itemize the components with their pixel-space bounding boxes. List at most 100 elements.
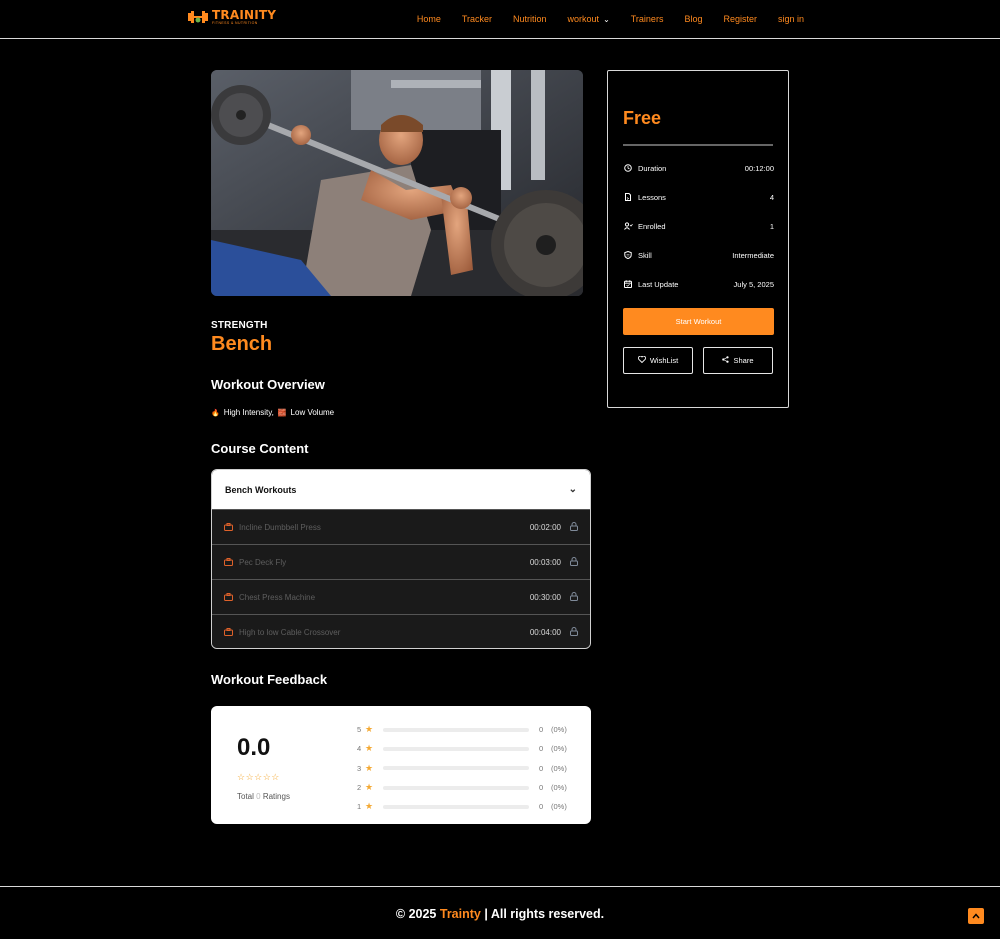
meta-label: Duration: [638, 163, 667, 173]
rating-row: 2 ★ 0 (0%): [357, 778, 577, 797]
footer-brand-link[interactable]: Trainty: [440, 907, 481, 921]
rating-row: 1 ★ 0 (0%): [357, 797, 577, 816]
overview-tags: 🔥 High Intensity, 🧱 Low Volume: [211, 408, 334, 417]
scroll-to-top-button[interactable]: [968, 908, 984, 924]
meta-lessons: Lessons 4: [623, 192, 774, 202]
meta-value: July 5, 2025: [733, 279, 774, 289]
workout-title: Bench: [211, 333, 273, 355]
file-icon: [623, 192, 633, 202]
lesson-duration: 00:02:00: [529, 522, 561, 532]
nav-trainers[interactable]: Trainers: [631, 14, 664, 24]
logo-tagline: FITNESS & NUTRITION: [212, 21, 258, 25]
rating-count: 0: [539, 725, 544, 735]
site-footer: © 2025 Trainty | All rights reserved.: [0, 886, 1000, 939]
lesson-row[interactable]: Pec Deck Fly 00:03:00: [212, 544, 590, 579]
rating-percent: (0%): [551, 783, 567, 793]
nav-home[interactable]: Home: [417, 14, 441, 24]
total-prefix: Total: [237, 792, 254, 801]
start-workout-button[interactable]: Start Workout: [623, 308, 774, 335]
rating-row: 5 ★ 0 (0%): [357, 720, 577, 739]
lesson-duration: 00:03:00: [529, 557, 561, 567]
lesson-row[interactable]: High to low Cable Crossover 00:04:00: [212, 614, 590, 648]
tag-high-intensity: High Intensity,: [223, 408, 274, 417]
rating-count: 0: [539, 744, 544, 754]
users-icon: [623, 221, 633, 231]
meta-value: 4: [769, 192, 774, 202]
meta-enrolled: Enrolled 1: [623, 221, 774, 231]
star-icon: ★: [365, 762, 374, 773]
star-icon: ★: [365, 743, 374, 754]
rating-count: 0: [539, 802, 544, 812]
chevron-down-icon: ⌄: [603, 14, 610, 24]
lesson-duration: 00:30:00: [529, 592, 561, 602]
star-icon: ★: [365, 801, 374, 812]
copyright-suffix: | All rights reserved.: [484, 907, 605, 921]
briefcase-icon: [224, 593, 234, 602]
rating-bar: [383, 727, 529, 732]
nav-blog[interactable]: Blog: [684, 14, 702, 24]
wishlist-button[interactable]: WishList: [623, 347, 693, 374]
meta-label: Lessons: [638, 192, 666, 202]
feedback-card: 0.0 ☆☆☆☆☆ Total 0 Ratings 5 ★ 0 (0%) 4 ★…: [211, 706, 591, 824]
nav-nutrition[interactable]: Nutrition: [513, 14, 547, 24]
rating-percent: (0%): [551, 744, 567, 754]
nav-tracker[interactable]: Tracker: [462, 14, 492, 24]
workout-category: STRENGTH: [211, 320, 268, 331]
share-button[interactable]: Share: [703, 347, 773, 374]
rating-row: 4 ★ 0 (0%): [357, 739, 577, 758]
lock-icon: [570, 521, 578, 533]
clock-icon: [623, 163, 633, 173]
rating-bar: [383, 785, 529, 790]
rating-star-level: 3: [357, 763, 362, 773]
briefcase-icon: [224, 523, 234, 532]
meta-skill: Skill Intermediate: [623, 250, 774, 260]
shield-icon: [623, 250, 633, 260]
nav-sign-in[interactable]: sign in: [778, 14, 804, 24]
section-title: Bench Workouts: [225, 484, 297, 495]
rating-star-level: 4: [357, 744, 362, 754]
rating-percent: (0%): [551, 725, 567, 735]
meta-label: Skill: [638, 250, 652, 260]
chevron-up-icon: [972, 913, 980, 919]
workout-hero-image: [211, 70, 583, 296]
calendar-icon: [623, 279, 633, 289]
lesson-row[interactable]: Incline Dumbbell Press 00:02:00: [212, 509, 590, 544]
rating-count: 0: [539, 763, 544, 773]
accordion-header[interactable]: Bench Workouts ⌄: [212, 470, 590, 509]
brick-icon: 🧱: [277, 409, 287, 417]
lesson-name: Chest Press Machine: [239, 592, 316, 602]
rating-percent: (0%): [551, 802, 567, 812]
rating-stars: ☆☆☆☆☆: [237, 772, 280, 782]
briefcase-icon: [224, 558, 234, 567]
total-suffix: Ratings: [262, 792, 290, 801]
share-icon: [722, 356, 730, 365]
total-count: 0: [256, 792, 261, 801]
course-content-heading: Course Content: [211, 441, 309, 456]
workout-info-card: Free Duration 00:12:00 Lessons 4 Enrolle…: [607, 70, 789, 408]
rating-bar: [383, 766, 529, 771]
price-label: Free: [623, 108, 662, 128]
main-nav: Home Tracker Nutrition workout ⌄ Trainer…: [417, 14, 804, 24]
lock-icon: [570, 591, 578, 603]
rating-count: 0: [539, 783, 544, 793]
rating-percent: (0%): [551, 763, 567, 773]
lesson-row[interactable]: Chest Press Machine 00:30:00: [212, 579, 590, 614]
briefcase-icon: [224, 628, 234, 637]
brand-logo[interactable]: TRAINITY FITNESS & NUTRITION: [187, 9, 276, 26]
overview-heading: Workout Overview: [211, 377, 325, 392]
average-rating: 0.0: [237, 734, 271, 761]
meta-value: 00:12:00: [744, 163, 774, 173]
nav-workout[interactable]: workout ⌄: [568, 14, 610, 24]
rating-star-level: 5: [357, 725, 362, 735]
lock-icon: [570, 626, 578, 638]
nav-register[interactable]: Register: [723, 14, 757, 24]
meta-value: Intermediate: [732, 250, 774, 260]
rating-bar: [383, 746, 529, 751]
heart-icon: [637, 355, 646, 365]
lock-icon: [570, 556, 578, 568]
copyright-prefix: © 2025: [395, 907, 437, 921]
meta-duration: Duration 00:12:00: [623, 163, 774, 173]
star-icon: ★: [365, 782, 374, 793]
rating-star-level: 2: [357, 783, 362, 793]
meta-value: 1: [769, 221, 774, 231]
